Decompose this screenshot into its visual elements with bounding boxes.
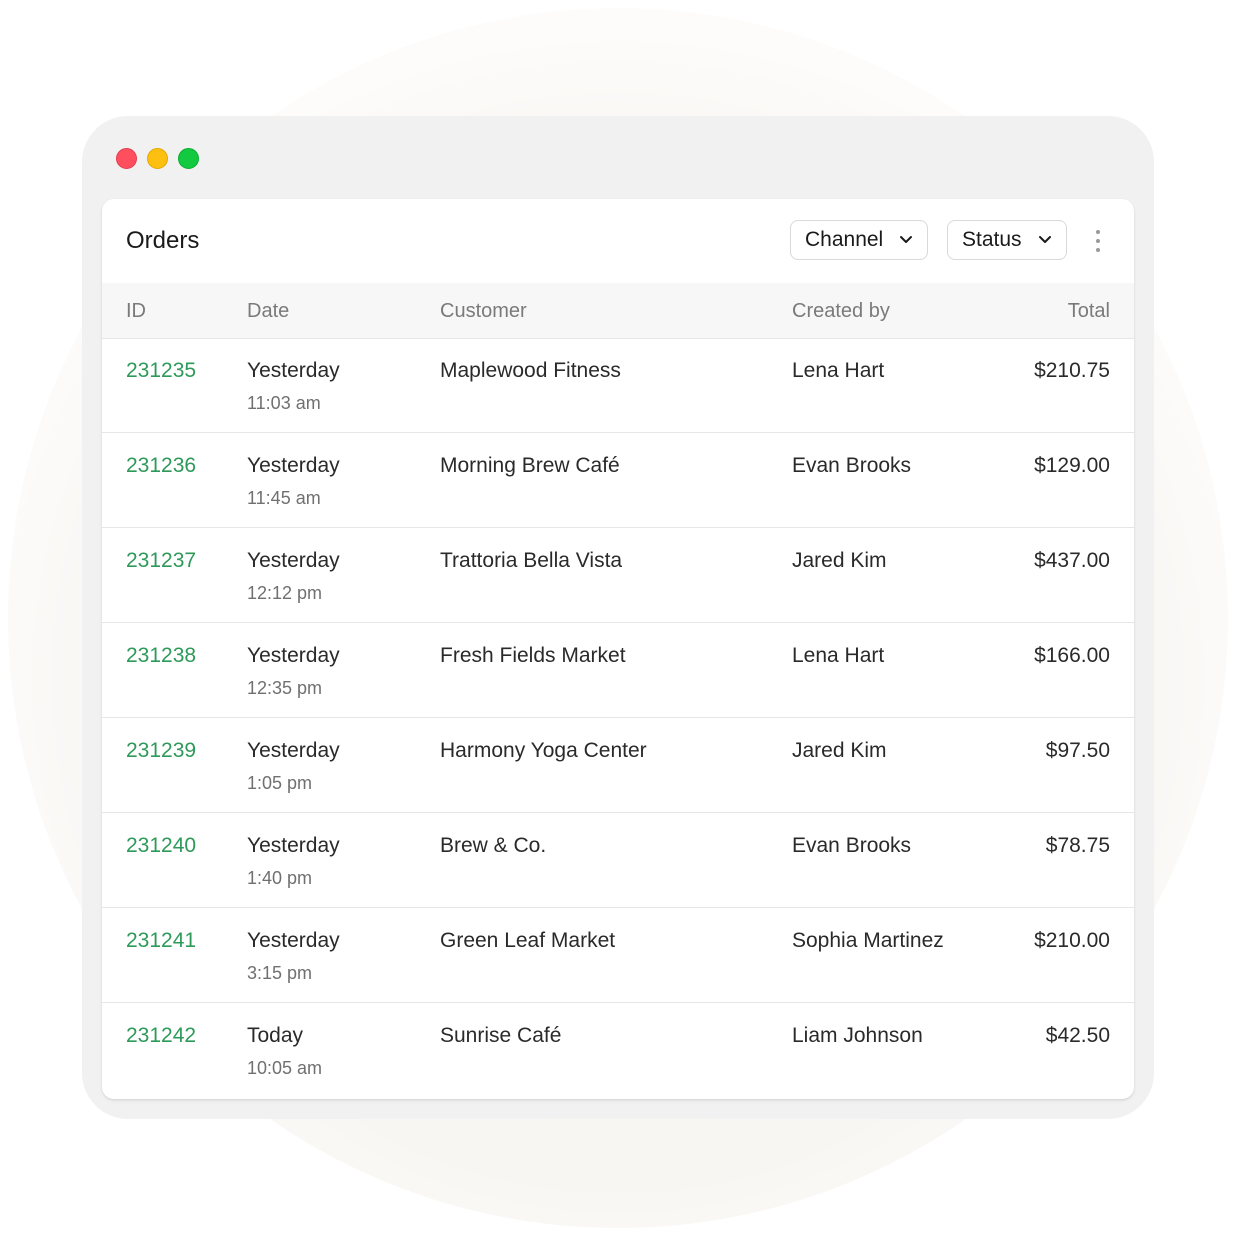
minimize-window-button[interactable]: [147, 148, 168, 169]
order-id-link[interactable]: 231238: [126, 644, 196, 668]
order-created-by: Liam Johnson: [792, 1024, 923, 1047]
order-date: Yesterday: [247, 644, 340, 667]
order-customer: Morning Brew Café: [440, 454, 620, 477]
order-customer: Harmony Yoga Center: [440, 739, 647, 762]
order-date: Yesterday: [247, 739, 340, 762]
order-total: $78.75: [1045, 834, 1110, 857]
order-created-by: Jared Kim: [792, 739, 887, 762]
order-customer: Green Leaf Market: [440, 929, 616, 952]
chevron-down-icon: [1039, 236, 1051, 243]
order-total: $42.50: [1045, 1024, 1110, 1047]
order-created-by: Lena Hart: [792, 359, 885, 382]
order-id-link[interactable]: 231237: [126, 549, 196, 573]
order-id-link[interactable]: 231242: [126, 1024, 196, 1048]
column-header-total[interactable]: Total: [1068, 299, 1110, 323]
order-created-by: Evan Brooks: [792, 834, 912, 857]
order-id-link[interactable]: 231240: [126, 834, 196, 858]
table-row[interactable]: 231241 Yesterday 3:15 pm Green Leaf Mark…: [102, 908, 1134, 1003]
order-customer: Brew & Co.: [440, 834, 547, 857]
column-header-id[interactable]: ID: [126, 299, 146, 323]
order-time: 1:40 pm: [247, 868, 313, 888]
app-window: Orders Channel Status ID Date Customer C…: [82, 116, 1154, 1119]
order-created-by: Evan Brooks: [792, 454, 912, 477]
order-created-by: Sophia Martinez: [792, 929, 944, 952]
order-customer: Trattoria Bella Vista: [440, 549, 623, 572]
channel-filter-dropdown[interactable]: Channel: [790, 220, 928, 260]
order-customer: Maplewood Fitness: [440, 359, 621, 382]
maximize-window-button[interactable]: [178, 148, 199, 169]
chevron-down-icon: [900, 236, 912, 243]
table-row[interactable]: 231240 Yesterday 1:40 pm Brew & Co. Evan…: [102, 813, 1134, 908]
table-row[interactable]: 231239 Yesterday 1:05 pm Harmony Yoga Ce…: [102, 718, 1134, 813]
column-header-customer[interactable]: Customer: [440, 299, 527, 323]
status-filter-dropdown[interactable]: Status: [947, 220, 1067, 260]
page-title: Orders: [126, 227, 200, 254]
orders-card: Orders Channel Status ID Date Customer C…: [102, 199, 1134, 1099]
order-time: 1:05 pm: [247, 773, 313, 793]
order-created-by: Lena Hart: [792, 644, 885, 667]
order-total: $97.50: [1045, 739, 1110, 762]
order-time: 3:15 pm: [247, 963, 313, 983]
close-window-button[interactable]: [116, 148, 137, 169]
table-row[interactable]: 231235 Yesterday 11:03 am Maplewood Fitn…: [102, 338, 1134, 433]
kebab-menu-icon[interactable]: [1090, 230, 1106, 252]
table-header: ID Date Customer Created by Total: [102, 283, 1134, 339]
order-date: Today: [247, 1024, 304, 1047]
order-date: Yesterday: [247, 929, 340, 952]
order-total: $437.00: [1034, 549, 1110, 572]
order-time: 11:03 am: [247, 393, 321, 413]
order-total: $166.00: [1034, 644, 1110, 667]
order-customer: Sunrise Café: [440, 1024, 562, 1047]
order-time: 11:45 am: [247, 488, 321, 508]
order-total: $210.00: [1034, 929, 1110, 952]
order-time: 12:35 pm: [247, 678, 323, 698]
order-created-by: Jared Kim: [792, 549, 887, 572]
order-total: $129.00: [1034, 454, 1110, 477]
table-row[interactable]: 231238 Yesterday 12:35 pm Fresh Fields M…: [102, 623, 1134, 718]
status-filter-label: Status: [962, 228, 1022, 251]
column-header-date[interactable]: Date: [247, 299, 289, 323]
table-row[interactable]: 231236 Yesterday 11:45 am Morning Brew C…: [102, 433, 1134, 528]
order-id-link[interactable]: 231236: [126, 454, 196, 478]
order-customer: Fresh Fields Market: [440, 644, 626, 667]
order-date: Yesterday: [247, 454, 340, 477]
order-total: $210.75: [1034, 359, 1110, 382]
order-date: Yesterday: [247, 549, 340, 572]
order-id-link[interactable]: 231235: [126, 359, 196, 383]
column-header-created-by[interactable]: Created by: [792, 299, 890, 323]
channel-filter-label: Channel: [805, 228, 884, 251]
order-date: Yesterday: [247, 834, 340, 857]
order-date: Yesterday: [247, 359, 340, 382]
table-row[interactable]: 231237 Yesterday 12:12 pm Trattoria Bell…: [102, 528, 1134, 623]
order-time: 12:12 pm: [247, 583, 323, 603]
order-id-link[interactable]: 231239: [126, 739, 196, 763]
order-id-link[interactable]: 231241: [126, 929, 196, 953]
card-header: Orders Channel Status: [102, 199, 1134, 284]
table-row[interactable]: 231242 Today 10:05 am Sunrise Café Liam …: [102, 1003, 1134, 1098]
order-time: 10:05 am: [247, 1058, 323, 1078]
